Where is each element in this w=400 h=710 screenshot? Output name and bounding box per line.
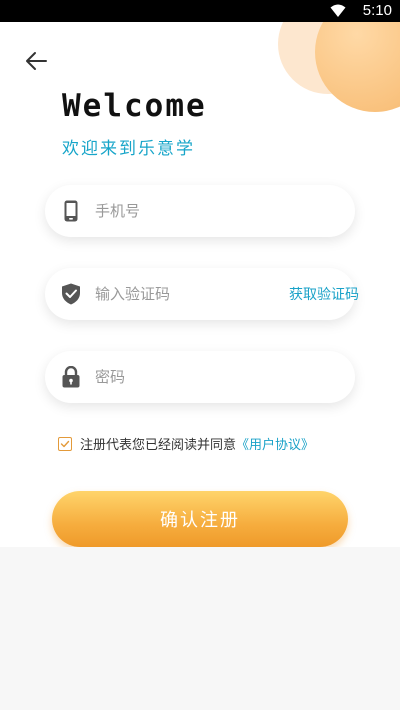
back-button[interactable] bbox=[20, 47, 52, 79]
code-input[interactable] bbox=[95, 285, 289, 303]
agreement-row: 注册代表您已经阅读并同意 《用户协议》 bbox=[58, 434, 314, 453]
agreement-text: 注册代表您已经阅读并同意 bbox=[80, 438, 237, 453]
password-field[interactable] bbox=[45, 351, 355, 403]
welcome-subtitle: 欢迎来到乐意学 bbox=[62, 139, 195, 159]
arrow-left-icon bbox=[24, 51, 48, 75]
get-code-button[interactable]: 获取验证码 bbox=[289, 284, 359, 304]
status-time: 5:10 bbox=[362, 2, 392, 19]
status-bar: 5:10 bbox=[0, 0, 400, 22]
password-input[interactable] bbox=[95, 368, 355, 386]
decor-circle-orange bbox=[315, 22, 400, 112]
checkmark-icon bbox=[60, 440, 70, 447]
phone-field[interactable] bbox=[45, 185, 355, 237]
lock-icon bbox=[61, 365, 81, 389]
shield-check-icon bbox=[61, 282, 81, 306]
phone-input[interactable] bbox=[95, 202, 355, 220]
user-agreement-link[interactable]: 《用户协议》 bbox=[236, 434, 314, 453]
welcome-title: Welcome bbox=[62, 88, 207, 124]
confirm-register-button[interactable]: 确认注册 bbox=[52, 491, 348, 547]
phone-icon bbox=[61, 199, 81, 223]
agreement-checkbox[interactable] bbox=[58, 436, 72, 451]
code-field[interactable]: 获取验证码 bbox=[45, 268, 359, 320]
wifi-icon bbox=[330, 3, 346, 22]
register-screen: Welcome 欢迎来到乐意学 获取验证码 bbox=[0, 22, 400, 547]
